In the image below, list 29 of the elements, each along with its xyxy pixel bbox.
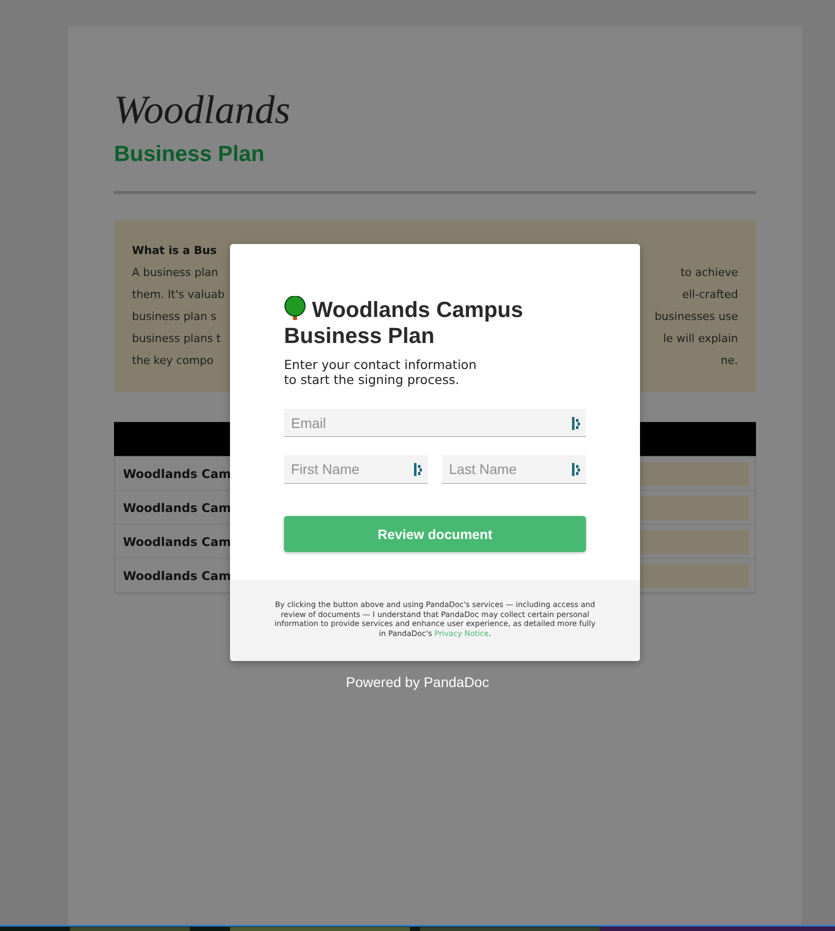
dialog-subtitle: to start the signing process. bbox=[284, 372, 460, 387]
first-name-field[interactable]: First Name bbox=[284, 455, 428, 484]
dialog-subtitle: Enter your contact information bbox=[284, 357, 478, 372]
callout-text: ell-crafted bbox=[682, 287, 738, 303]
table-cell: Woodlands Cam bbox=[123, 500, 231, 514]
callout-text: ne. bbox=[720, 353, 738, 369]
callout-text: the key compo bbox=[132, 353, 215, 369]
callout-text: A business plan bbox=[132, 265, 220, 281]
callout-text: business plans t bbox=[132, 331, 222, 347]
document-title: Business Plan bbox=[114, 141, 264, 167]
field-icon bbox=[414, 463, 422, 476]
callout-heading: What is a Bus bbox=[132, 243, 218, 259]
tree-icon bbox=[284, 296, 306, 320]
callout-text: to achieve bbox=[680, 265, 738, 281]
callout-text: le will explain bbox=[663, 331, 738, 347]
field-icon bbox=[572, 417, 580, 430]
powered-by-text: Powered by PandaDoc bbox=[346, 674, 490, 690]
dialog-title: Woodlands Campus Business Plan bbox=[284, 296, 524, 349]
field-icon bbox=[572, 463, 580, 476]
email-field[interactable]: Email bbox=[284, 409, 586, 437]
table-cell: Woodlands Cam bbox=[123, 534, 231, 548]
table-cell: Woodlands Cam bbox=[123, 568, 231, 582]
callout-text: businesses use bbox=[654, 309, 738, 325]
last-name-field[interactable]: Last Name bbox=[442, 455, 586, 484]
callout-text: them. It's valuab bbox=[132, 287, 225, 303]
table-cell: Woodlands Cam bbox=[123, 466, 231, 480]
review-document-button[interactable]: Review document bbox=[284, 516, 586, 552]
signature-logo: Woodlands bbox=[114, 86, 290, 133]
callout-text: business plan s bbox=[132, 309, 218, 325]
